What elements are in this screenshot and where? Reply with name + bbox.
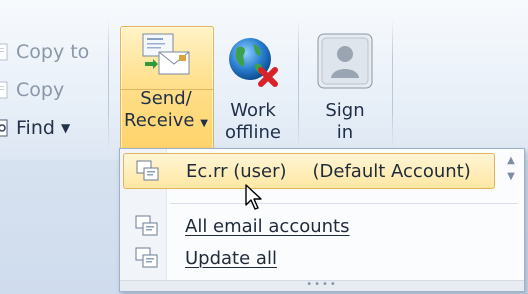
menu-item-label: All email accounts bbox=[185, 215, 350, 237]
send-receive-line1: Send/ bbox=[140, 88, 192, 109]
menu-item-all-email-accounts[interactable]: All email accounts bbox=[123, 209, 350, 243]
group-separator bbox=[392, 18, 393, 150]
scroll-down-icon[interactable]: ▼ bbox=[502, 171, 520, 187]
update-all-icon bbox=[135, 247, 159, 269]
copy-to-button[interactable]: Copy to bbox=[0, 38, 89, 66]
menu-item-default-account[interactable]: Ec.rr (user) (Default Account) bbox=[123, 153, 495, 189]
copy-button[interactable]: Copy bbox=[0, 76, 64, 104]
send-receive-icon bbox=[141, 32, 191, 78]
scroll-up-icon[interactable]: ▲ bbox=[502, 155, 520, 171]
copy-icon bbox=[0, 80, 10, 100]
all-accounts-icon bbox=[135, 215, 159, 237]
sign-in-user-icon bbox=[316, 32, 374, 90]
group-separator bbox=[298, 18, 299, 150]
send-receive-line2: Receive ▼ bbox=[124, 110, 208, 131]
send-receive-label-group: Send/ Receive ▼ bbox=[120, 24, 212, 135]
menu-item-label: Ec.rr (user) bbox=[186, 160, 287, 182]
menu-resize-grip[interactable]: •••• bbox=[120, 280, 524, 291]
mouse-cursor-icon bbox=[244, 183, 264, 215]
group-separator bbox=[108, 18, 109, 150]
work-offline-button[interactable]: Work offline bbox=[218, 24, 288, 144]
menu-separator bbox=[170, 203, 518, 204]
sign-in-button[interactable]: Sign in bbox=[312, 24, 378, 144]
menu-item-update-all[interactable]: Update all bbox=[123, 241, 277, 275]
menu-item-extra: (Default Account) bbox=[312, 160, 471, 182]
chevron-down-icon: ▼ bbox=[60, 121, 71, 135]
menu-item-label: Update all bbox=[185, 247, 277, 269]
find-button[interactable]: Find ▼ bbox=[0, 114, 70, 142]
globe-offline-icon bbox=[225, 34, 281, 90]
account-icon bbox=[136, 160, 160, 182]
chevron-down-icon: ▼ bbox=[200, 118, 208, 129]
copy-to-icon bbox=[0, 42, 10, 62]
find-icon bbox=[0, 118, 10, 138]
send-receive-menu: Ec.rr (user) (Default Account) All email… bbox=[119, 148, 525, 292]
